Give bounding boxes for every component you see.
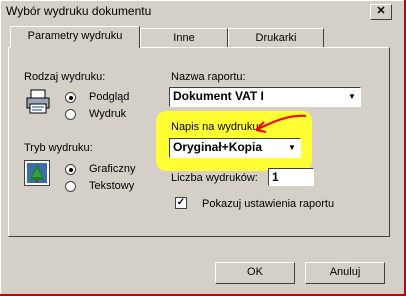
- title-bar: Wybór wydruku dokumentu ✕: [0, 0, 406, 22]
- report-name-dropdown[interactable]: Dokument VAT I ▼: [169, 87, 361, 107]
- print-caption-value: Oryginał+Kopia: [173, 140, 263, 154]
- radio-wydruk-label[interactable]: Wydruk: [89, 108, 126, 120]
- show-settings-label[interactable]: Pokazuj ustawienia raportu: [202, 198, 334, 210]
- tab-drukarki[interactable]: Drukarki: [228, 28, 324, 47]
- tree-picture-icon: [24, 160, 50, 186]
- red-arrow-annotation: [250, 110, 310, 140]
- check-icon: ✓: [176, 197, 186, 208]
- radio-tekstowy-label[interactable]: Tekstowy: [89, 180, 134, 192]
- print-mode-label: Tryb wydruku:: [24, 142, 93, 154]
- copies-value: 1: [272, 170, 279, 184]
- ok-button[interactable]: OK: [215, 262, 295, 284]
- radio-podglad[interactable]: [65, 92, 76, 103]
- show-settings-checkbox[interactable]: ✓: [175, 197, 187, 209]
- close-button[interactable]: ✕: [370, 4, 392, 20]
- radio-graficzny[interactable]: [65, 164, 76, 175]
- report-name-label: Nazwa raportu:: [171, 71, 246, 83]
- ok-button-label: OK: [247, 266, 263, 278]
- radio-wydruk[interactable]: [65, 109, 76, 120]
- tab-parametry-wydruku[interactable]: Parametry wydruku: [10, 26, 140, 48]
- tab-label: Parametry wydruku: [27, 30, 123, 42]
- copies-input[interactable]: 1: [268, 168, 314, 186]
- tab-label: Inne: [173, 32, 195, 44]
- chevron-down-icon[interactable]: ▼: [345, 89, 359, 105]
- close-icon: ✕: [376, 5, 386, 17]
- copies-label: Liczba wydruków:: [171, 172, 258, 184]
- radio-graficzny-label[interactable]: Graficzny: [89, 163, 135, 175]
- tab-inne[interactable]: Inne: [140, 28, 228, 47]
- cancel-button-label: Anuluj: [329, 266, 361, 278]
- tab-label: Drukarki: [255, 32, 297, 44]
- chevron-down-icon[interactable]: ▼: [285, 140, 299, 156]
- report-name-value: Dokument VAT I: [173, 89, 264, 103]
- radio-podglad-label[interactable]: Podgląd: [89, 91, 129, 103]
- print-caption-label: Napis na wydruku:: [171, 121, 262, 133]
- print-caption-dropdown[interactable]: Oryginał+Kopia ▼: [169, 138, 301, 158]
- radio-tekstowy[interactable]: [65, 181, 76, 192]
- printer-icon: [24, 88, 52, 116]
- print-type-label: Rodzaj wydruku:: [24, 71, 106, 83]
- cancel-button[interactable]: Anuluj: [305, 262, 385, 284]
- window-title: Wybór wydruku dokumentu: [6, 4, 152, 18]
